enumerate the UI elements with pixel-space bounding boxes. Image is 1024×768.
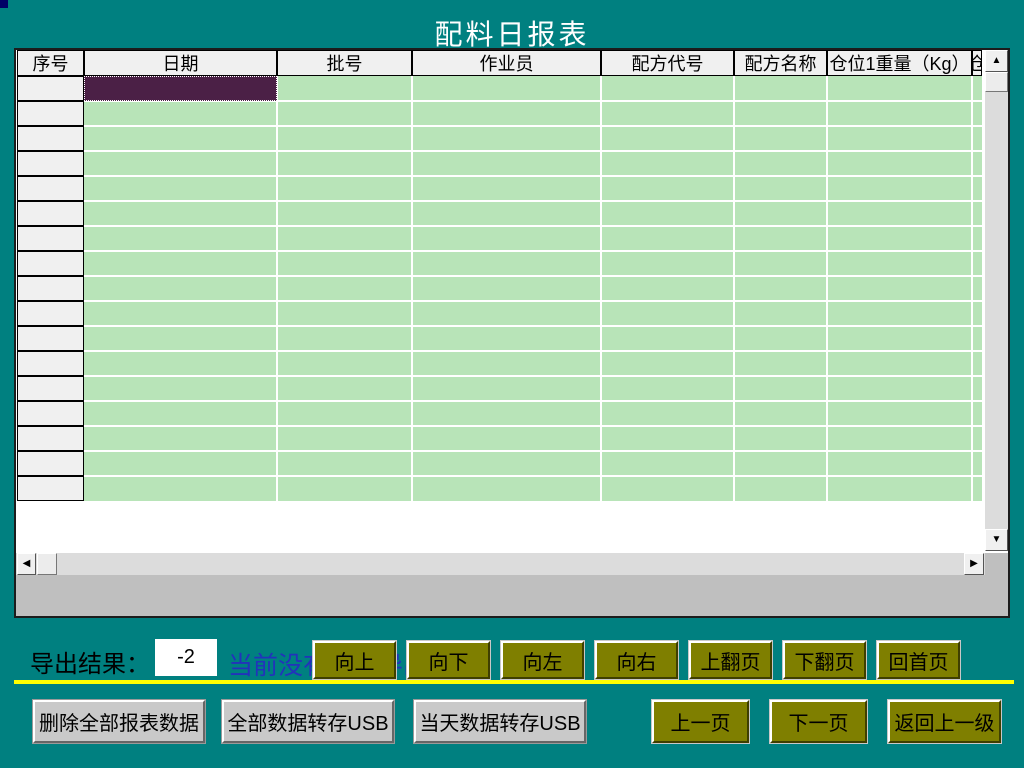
grid-column-line: [276, 76, 278, 501]
table-column-header: 批号: [277, 50, 412, 76]
table-row-index-cell[interactable]: [17, 151, 84, 176]
grid-row-line: [84, 450, 982, 452]
grid-row-line: [84, 400, 982, 402]
table-row-index-cell[interactable]: [17, 376, 84, 401]
export-result-label: 导出结果：: [30, 644, 150, 679]
grid-row-line: [84, 425, 982, 427]
grid-column-line: [733, 76, 735, 501]
table-column-header: 配方名称: [734, 50, 827, 76]
grid-row-line: [84, 375, 982, 377]
corner-artifact: [0, 0, 8, 8]
table-row-index-cell[interactable]: [17, 126, 84, 151]
page-down-button[interactable]: 下翻页: [783, 641, 866, 679]
table-column-header: 序号: [17, 50, 84, 76]
grid-row-line: [84, 475, 982, 477]
next-page-button[interactable]: 下一页: [770, 700, 867, 743]
arrow-down-icon: ▼: [992, 535, 1002, 545]
move-down-button[interactable]: 向下: [407, 641, 490, 679]
prev-page-button[interactable]: 上一页: [652, 700, 749, 743]
grid-column-line: [826, 76, 828, 501]
hmi-screen: 配料日报表 ▲ ▼ ◀ ▶ 序号日期批号作业员配方代号配方名称仓位1重量（Kg）…: [0, 0, 1024, 768]
vertical-scrollbar[interactable]: [985, 50, 1008, 551]
table-column-header: 日期: [84, 50, 277, 76]
move-left-button[interactable]: 向左: [501, 641, 584, 679]
table-row-index-cell[interactable]: [17, 226, 84, 251]
page-title: 配料日报表: [0, 13, 1024, 53]
export-result-value: -2: [155, 639, 217, 676]
table-column-header: 仓: [972, 50, 982, 76]
grid-row-line: [84, 250, 982, 252]
grid-column-line: [971, 76, 973, 501]
arrow-up-icon: ▲: [992, 56, 1002, 66]
table-row-index-cell[interactable]: [17, 351, 84, 376]
export-today-data-usb-button[interactable]: 当天数据转存USB: [414, 700, 586, 743]
grid-column-line: [600, 76, 602, 501]
table-row-index-cell[interactable]: [17, 326, 84, 351]
table-column-header: 仓位1重量（Kg）: [827, 50, 972, 76]
table-row-index-cell[interactable]: [17, 176, 84, 201]
grid-row-line: [84, 300, 982, 302]
grid-column-line: [411, 76, 413, 501]
grid-row-line: [84, 275, 982, 277]
page-up-button[interactable]: 上翻页: [689, 641, 772, 679]
scroll-right-button[interactable]: ▶: [964, 553, 984, 575]
grid-row-line: [84, 225, 982, 227]
table-row-index-cell[interactable]: [17, 276, 84, 301]
move-up-button[interactable]: 向上: [313, 641, 396, 679]
scroll-left-button[interactable]: ◀: [17, 553, 36, 575]
vertical-scroll-thumb[interactable]: [985, 72, 1008, 92]
arrow-right-icon: ▶: [970, 559, 978, 569]
divider-line: [14, 680, 1014, 684]
move-right-button[interactable]: 向右: [595, 641, 678, 679]
table-column-header: 配方代号: [601, 50, 734, 76]
horizontal-scroll-thumb[interactable]: [37, 553, 57, 575]
export-result-number: -2: [177, 646, 195, 669]
arrow-left-icon: ◀: [23, 559, 31, 569]
grid-row-line: [84, 200, 982, 202]
report-table-panel: ▲ ▼ ◀ ▶ 序号日期批号作业员配方代号配方名称仓位1重量（Kg）仓: [14, 48, 1010, 618]
grid-row-line: [84, 175, 982, 177]
table-column-header: 作业员: [412, 50, 601, 76]
delete-all-report-data-button[interactable]: 删除全部报表数据: [33, 700, 205, 743]
table-row-index-cell[interactable]: [17, 476, 84, 501]
grid-row-line: [84, 350, 982, 352]
export-all-data-usb-button[interactable]: 全部数据转存USB: [222, 700, 394, 743]
table-row-index-cell[interactable]: [17, 301, 84, 326]
scroll-down-button[interactable]: ▼: [985, 529, 1008, 551]
horizontal-scrollbar[interactable]: [16, 553, 985, 575]
table-row-index-cell[interactable]: [17, 101, 84, 126]
back-button[interactable]: 返回上一级: [888, 700, 1001, 743]
scroll-up-button[interactable]: ▲: [985, 50, 1008, 72]
grid-row-line: [84, 150, 982, 152]
table-row-index-cell[interactable]: [17, 401, 84, 426]
table-row-index-cell[interactable]: [17, 426, 84, 451]
selected-cell[interactable]: [84, 76, 277, 101]
table-row-index-cell[interactable]: [17, 251, 84, 276]
table-row-index-cell[interactable]: [17, 451, 84, 476]
table-grid[interactable]: [84, 76, 982, 501]
home-page-button[interactable]: 回首页: [877, 641, 960, 679]
table-row-index-cell[interactable]: [17, 76, 84, 101]
grid-row-line: [84, 125, 982, 127]
table-row-index-cell[interactable]: [17, 201, 84, 226]
grid-row-line: [84, 325, 982, 327]
